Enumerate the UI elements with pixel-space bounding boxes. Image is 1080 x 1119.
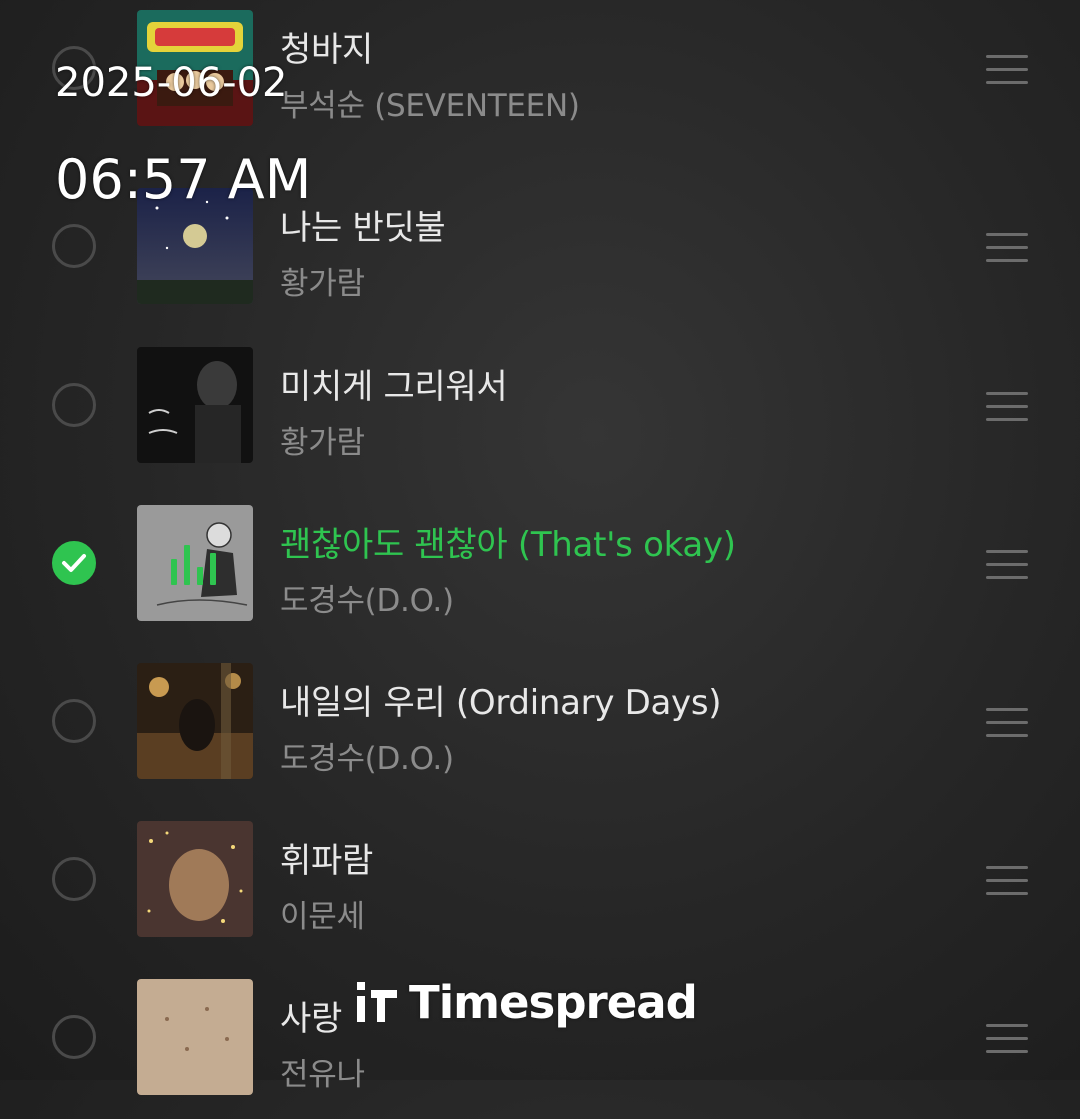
track-artist: 황가람 [280,266,365,302]
drag-handle-icon[interactable] [986,55,1028,85]
select-radio[interactable] [52,857,96,901]
checkmark-icon [62,554,86,572]
album-cover [137,979,253,1095]
drag-handle-icon[interactable] [986,550,1028,580]
track-title: 휘파람 [280,841,373,881]
list-item[interactable]: 휘파람 이문세 [0,803,1080,961]
equalizer-icon [171,545,217,585]
album-cover [137,821,253,937]
watermark: Timespread [355,975,698,1029]
track-artist: 도경수(D.O.) [280,583,454,619]
drag-handle-icon[interactable] [986,233,1028,263]
timespread-logo-icon [357,982,397,1022]
album-art-image [137,347,253,463]
list-item[interactable]: 괜찮아도 괜찮아 (That's okay) 도경수(D.O.) [0,487,1080,645]
track-artist: 부석순 (SEVENTEEN) [280,88,580,124]
track-title: 괜찮아도 괜찮아 (That's okay) [280,525,736,565]
list-item[interactable]: 내일의 우리 (Ordinary Days) 도경수(D.O.) [0,645,1080,803]
select-radio[interactable] [52,699,96,743]
track-title: 사랑 [280,999,342,1039]
track-title: 내일의 우리 (Ordinary Days) [280,683,722,723]
drag-handle-icon[interactable] [986,1024,1028,1054]
drag-handle-icon[interactable] [986,866,1028,896]
album-art-image [137,979,253,1095]
track-artist: 전유나 [280,1057,365,1093]
track-artist: 도경수(D.O.) [280,741,454,777]
track-title: 미치게 그리워서 [280,367,508,407]
watermark-text: Timespread [409,975,698,1029]
select-radio[interactable] [52,1015,96,1059]
select-radio[interactable] [52,383,96,427]
drag-handle-icon[interactable] [986,708,1028,738]
overlay-time: 06:57 AM [55,148,312,211]
select-radio[interactable] [52,541,96,585]
album-cover [137,663,253,779]
track-artist: 이문세 [280,899,365,935]
album-cover [137,505,253,621]
select-radio[interactable] [52,224,96,268]
track-title: 청바지 [280,30,373,70]
list-item[interactable]: 미치게 그리워서 황가람 [0,329,1080,487]
album-cover [137,347,253,463]
track-artist: 황가람 [280,425,365,461]
album-art-image [137,821,253,937]
drag-handle-icon[interactable] [986,392,1028,422]
album-art-image [137,663,253,779]
overlay-date: 2025-06-02 [55,60,288,106]
